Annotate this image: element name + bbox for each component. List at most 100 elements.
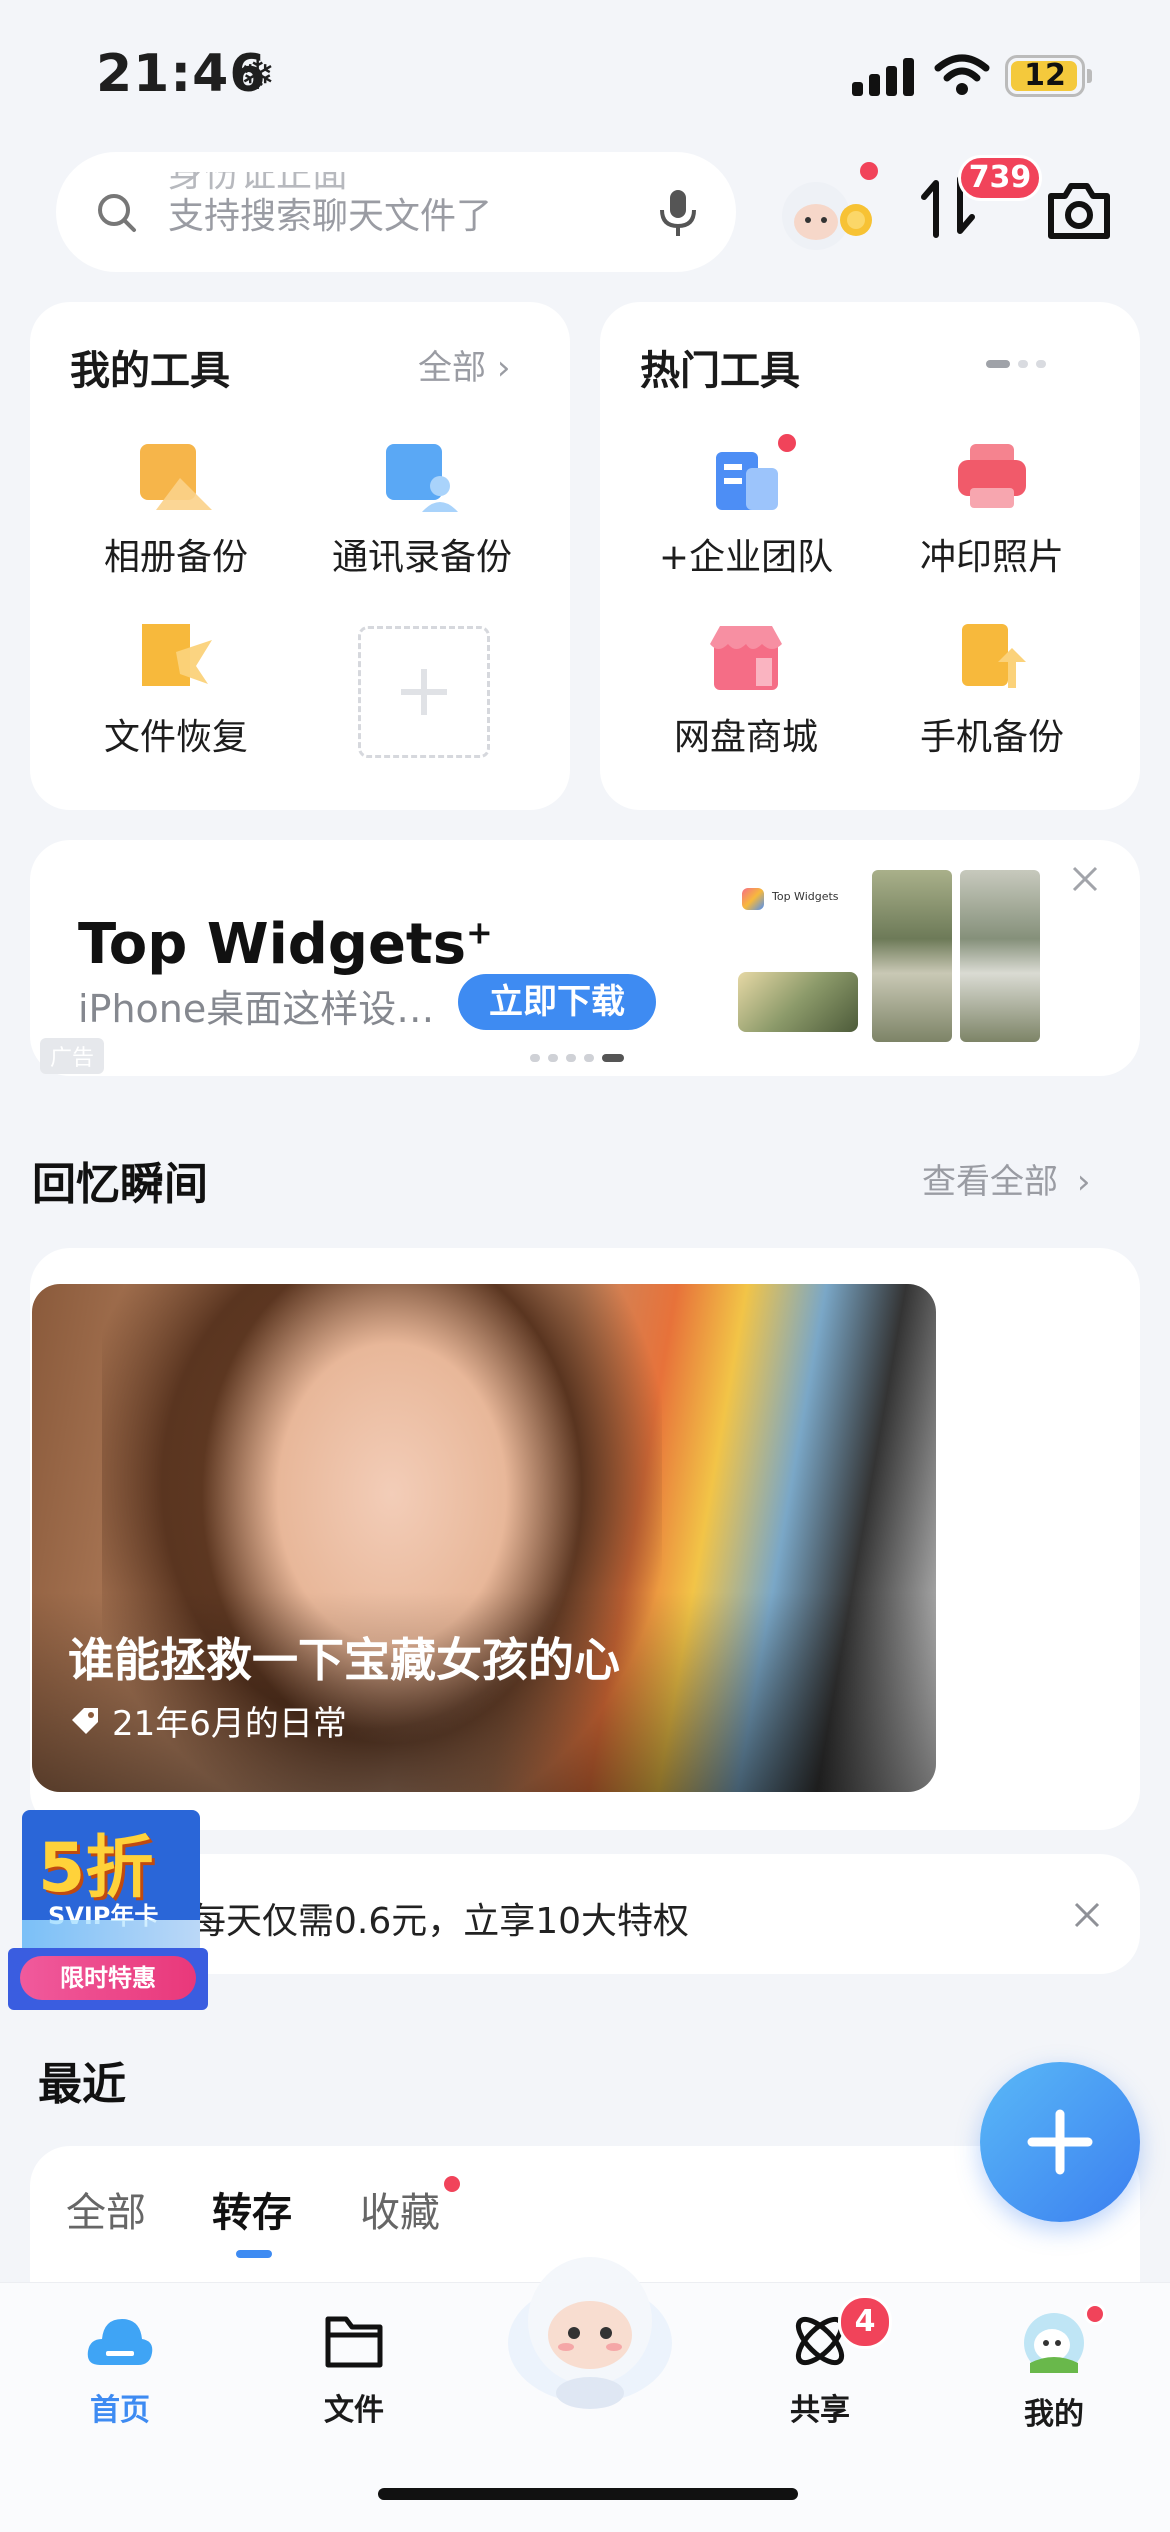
chevron-right-icon: › xyxy=(496,348,511,388)
memories-title: 回忆瞬间 xyxy=(32,1159,208,1210)
search-placeholder: 身份证正面 支持搜索聊天文件了 xyxy=(168,172,618,252)
nav-files-label: 文件 xyxy=(324,2393,384,2428)
nav-home[interactable]: 首页 xyxy=(40,2311,200,2429)
photo-gradient-overlay xyxy=(32,1592,936,1792)
my-tools-all-label: 全部 xyxy=(418,348,486,388)
tab-transfer[interactable]: 转存 xyxy=(212,2180,292,2238)
memory-photo[interactable]: 谁能拯救一下宝藏女孩的心 21年6月的日常 xyxy=(32,1284,936,1792)
ad-banner[interactable]: Top Widgets+ iPhone桌面这样设… 立即下载 广告 Top Wi… xyxy=(30,840,1140,1076)
battery-tip xyxy=(1087,69,1092,83)
camera-icon[interactable] xyxy=(1045,180,1113,242)
tool-label: 通讯录备份 xyxy=(331,537,512,578)
ad-pager xyxy=(530,1054,624,1062)
folder-icon xyxy=(325,2316,383,2368)
tool-store[interactable]: 网盘商城 xyxy=(636,622,856,760)
home-cloud-icon xyxy=(87,2319,153,2365)
ad-title-mark: + xyxy=(466,913,493,952)
tool-phone-backup[interactable]: 手机备份 xyxy=(882,622,1102,760)
phone-backup-icon xyxy=(962,624,1026,688)
search-placeholder-line2: 支持搜索聊天文件了 xyxy=(168,196,493,237)
battery-icon: 12 xyxy=(1005,55,1085,97)
ad-title-text: Top Widgets xyxy=(78,912,467,977)
tab-all[interactable]: 全部 xyxy=(66,2180,146,2238)
notification-dot xyxy=(860,162,878,180)
tag-icon xyxy=(72,1707,98,1734)
tool-label: 相册备份 xyxy=(103,537,248,578)
search-placeholder-line1: 身份证正面 xyxy=(168,172,349,195)
hot-tools-title: 热门工具 xyxy=(640,348,800,394)
cellular-signal-icon xyxy=(852,58,914,96)
profile-avatar-icon xyxy=(1024,2313,1084,2373)
plus-icon xyxy=(401,669,447,715)
enterprise-team-icon xyxy=(716,452,778,510)
ad-title: Top Widgets+ xyxy=(78,912,493,977)
ad-subtitle: iPhone桌面这样设… xyxy=(78,987,435,1031)
contacts-backup-icon xyxy=(386,444,458,512)
hot-tools-pager xyxy=(986,360,1046,368)
sticker-wave xyxy=(22,1920,200,1950)
hot-tools-card: 热门工具 +企业团队 冲印照片 网盘商城 手机备份 xyxy=(600,302,1140,810)
snowflake-icon: ❄ xyxy=(240,50,276,99)
nav-files[interactable]: 文件 xyxy=(274,2311,434,2429)
svip-sale-sticker[interactable]: 5折 SVIP年卡 限时特惠 xyxy=(8,1810,208,2010)
tool-enterprise-team[interactable]: +企业团队 xyxy=(636,434,856,580)
battery-level: 12 xyxy=(1024,58,1066,93)
print-photos-icon xyxy=(958,444,1026,508)
my-tools-card: 我的工具 全部 › 相册备份 通讯录备份 文件恢复 xyxy=(30,302,570,810)
memory-title: 谁能拯救一下宝藏女孩的心 xyxy=(68,1633,620,1687)
memory-date-label: 21年6月的日常 xyxy=(112,1704,347,1744)
search-icon xyxy=(98,194,136,232)
nav-share-label: 共享 xyxy=(790,2393,850,2428)
ad-download-button[interactable]: 立即下载 xyxy=(458,974,656,1030)
mascot-icon xyxy=(508,2257,672,2409)
close-icon[interactable] xyxy=(1070,864,1100,894)
nav-home-label: 首页 xyxy=(90,2393,150,2428)
notification-dot xyxy=(778,434,796,452)
wifi-icon xyxy=(934,54,990,95)
file-restore-icon xyxy=(142,624,212,686)
tool-print-photos[interactable]: 冲印照片 xyxy=(882,442,1102,580)
memory-subtitle: 21年6月的日常 xyxy=(68,1696,347,1745)
nav-share[interactable]: 4 共享 xyxy=(740,2295,900,2429)
tool-label: 网盘商城 xyxy=(673,717,818,758)
tool-photo-backup[interactable]: 相册备份 xyxy=(66,442,286,580)
sticker-limited-button: 限时特惠 xyxy=(20,1956,196,2000)
my-tools-all-link[interactable]: 全部 › xyxy=(418,340,510,389)
mascot-avatar-icon xyxy=(782,182,872,250)
memories-view-all-label: 查看全部 xyxy=(922,1162,1058,1202)
nav-profile-label: 我的 xyxy=(1024,2397,1084,2432)
tool-label: 冲印照片 xyxy=(919,537,1064,578)
transfer-button[interactable]: 739 xyxy=(918,155,1042,243)
ad-preview-image: Top Widgets xyxy=(724,882,858,1042)
plus-icon xyxy=(1027,2109,1093,2175)
transfer-badge: 739 xyxy=(958,155,1042,201)
recent-title: 最近 xyxy=(38,2059,126,2110)
svip-promo-text: 每天仅需0.6元，立享10大特权 xyxy=(190,1901,690,1942)
notification-dot xyxy=(1084,2303,1106,2325)
home-indicator xyxy=(378,2488,798,2500)
chevron-right-icon: › xyxy=(1076,1162,1091,1202)
active-tab-indicator xyxy=(236,2250,272,2258)
close-icon[interactable] xyxy=(1072,1900,1102,1930)
photo-backup-icon xyxy=(140,444,212,510)
mascot-avatar-button[interactable] xyxy=(774,162,878,258)
share-badge: 4 xyxy=(838,2295,892,2349)
tab-favorites[interactable]: 收藏 xyxy=(360,2180,440,2238)
tool-label: 文件恢复 xyxy=(103,717,248,758)
add-tool-button[interactable] xyxy=(358,626,490,758)
ad-tag: 广告 xyxy=(40,1038,105,1074)
tool-label: +企业团队 xyxy=(658,537,834,578)
store-icon xyxy=(710,626,782,690)
tool-contacts-backup[interactable]: 通讯录备份 xyxy=(312,442,532,580)
ad-preview-phone-2 xyxy=(960,870,1040,1042)
tool-file-restore[interactable]: 文件恢复 xyxy=(66,622,286,760)
memories-view-all[interactable]: 查看全部 › xyxy=(922,1154,1090,1203)
my-tools-title: 我的工具 xyxy=(70,348,230,394)
search-bar[interactable]: 身份证正面 支持搜索聊天文件了 xyxy=(56,152,736,272)
notification-dot xyxy=(444,2176,460,2192)
add-fab-button[interactable] xyxy=(980,2062,1140,2222)
nav-profile[interactable]: 我的 xyxy=(974,2303,1134,2433)
microphone-icon[interactable] xyxy=(656,188,700,238)
tool-label: 手机备份 xyxy=(919,717,1064,758)
nav-mascot[interactable] xyxy=(500,2243,680,2417)
